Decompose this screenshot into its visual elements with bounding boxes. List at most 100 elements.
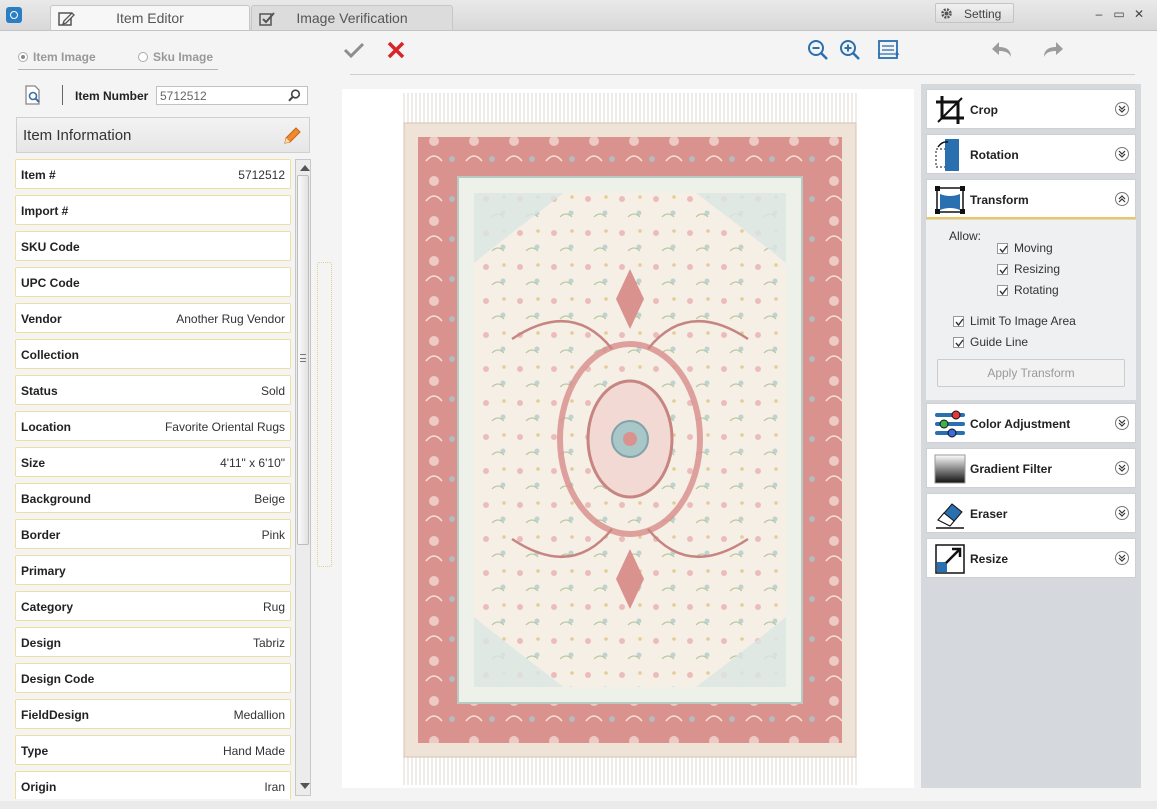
close-icon[interactable]: ✕ xyxy=(1132,7,1146,21)
field-row[interactable]: Design Code xyxy=(15,663,291,693)
radio-dot-icon xyxy=(18,52,28,62)
resize-icon xyxy=(935,544,965,574)
accept-button[interactable] xyxy=(342,38,366,62)
field-label: Primary xyxy=(21,564,66,578)
field-label: FieldDesign xyxy=(21,708,90,722)
tool-resize-label: Resize xyxy=(970,552,1009,566)
image-canvas[interactable] xyxy=(342,89,914,788)
item-information-header: Item Information xyxy=(16,117,310,153)
field-label: Category xyxy=(21,600,74,614)
field-row[interactable]: Collection xyxy=(15,339,291,369)
field-value[interactable]: Tabriz xyxy=(253,636,285,650)
limit-to-image-area-checkbox[interactable]: Limit To Image Area xyxy=(953,314,1076,328)
field-row[interactable]: Vendor Another Rug Vendor xyxy=(15,303,291,333)
tab-image-verification[interactable]: Image Verification xyxy=(251,5,453,30)
field-row[interactable]: SKU Code xyxy=(15,231,291,261)
apply-transform-button[interactable]: Apply Transform xyxy=(937,359,1125,387)
field-row[interactable]: Design Tabriz xyxy=(15,627,291,657)
radio-sku-image[interactable]: Sku Image xyxy=(138,50,213,64)
tool-crop[interactable]: Crop xyxy=(926,89,1136,129)
tool-eraser[interactable]: Eraser xyxy=(926,493,1136,533)
redo-button[interactable] xyxy=(1040,38,1064,62)
field-row[interactable]: Location Favorite Oriental Rugs xyxy=(15,411,291,441)
checkmark-icon xyxy=(999,245,1008,253)
setting-button[interactable]: Setting xyxy=(935,3,1014,23)
fit-page-button[interactable] xyxy=(876,38,900,62)
field-label: Origin xyxy=(21,780,57,794)
guide-line-label: Guide Line xyxy=(970,335,1029,349)
maximize-icon[interactable]: ▭ xyxy=(1112,7,1126,21)
zoom-in-icon xyxy=(840,40,860,60)
tool-resize[interactable]: Resize xyxy=(926,538,1136,578)
tool-rotation[interactable]: Rotation xyxy=(926,134,1136,174)
rotating-checkbox[interactable]: Rotating xyxy=(997,283,1059,297)
field-value[interactable]: 5712512 xyxy=(238,168,285,182)
field-value[interactable]: Sold xyxy=(261,384,285,398)
chevron-down-icon[interactable] xyxy=(1115,506,1129,520)
chevron-down-icon[interactable] xyxy=(1115,147,1129,161)
gear-icon xyxy=(941,8,952,19)
scroll-up-arrow-icon[interactable] xyxy=(300,165,310,171)
zoom-out-button[interactable] xyxy=(806,38,830,62)
tool-transform[interactable]: Transform xyxy=(926,179,1136,219)
tab-item-editor[interactable]: Item Editor xyxy=(50,5,250,30)
field-row[interactable]: Size 4'11" x 6'10" xyxy=(15,447,291,477)
field-label: Border xyxy=(21,528,61,542)
search-icon[interactable] xyxy=(288,89,301,102)
chevron-down-icon[interactable] xyxy=(1115,416,1129,430)
chevron-down-icon[interactable] xyxy=(1115,551,1129,565)
panel-splitter[interactable] xyxy=(317,262,332,567)
field-row[interactable]: Category Rug xyxy=(15,591,291,621)
moving-checkbox[interactable]: Moving xyxy=(997,241,1053,255)
tool-color-adjustment-label: Color Adjustment xyxy=(970,417,1071,431)
field-row[interactable]: FieldDesign Medallion xyxy=(15,699,291,729)
field-row[interactable]: Border Pink xyxy=(15,519,291,549)
zoom-in-button[interactable] xyxy=(838,38,862,62)
field-row[interactable]: Type Hand Made xyxy=(15,735,291,765)
checkmark-icon xyxy=(999,266,1008,274)
field-row[interactable]: Item # 5712512 xyxy=(15,159,291,189)
item-number-input[interactable] xyxy=(156,86,308,105)
pencil-icon[interactable] xyxy=(282,126,302,146)
tool-gradient-filter-label: Gradient Filter xyxy=(970,462,1053,476)
find-document-icon[interactable] xyxy=(23,84,43,106)
field-value[interactable]: Iran xyxy=(264,780,285,794)
field-row[interactable]: Status Sold xyxy=(15,375,291,405)
app-logo-icon xyxy=(6,7,22,23)
field-row[interactable]: Origin Iran xyxy=(15,771,291,799)
scroll-down-arrow-icon[interactable] xyxy=(300,783,310,789)
checkmark-icon xyxy=(955,339,964,347)
field-value[interactable]: Hand Made xyxy=(223,744,285,758)
chevron-down-icon[interactable] xyxy=(1115,102,1129,116)
field-value[interactable]: Rug xyxy=(263,600,285,614)
field-label: Type xyxy=(21,744,49,758)
chevron-up-icon[interactable] xyxy=(1115,192,1129,206)
field-row[interactable]: Primary xyxy=(15,555,291,585)
check-icon xyxy=(343,42,365,59)
radio-item-image[interactable]: Item Image xyxy=(18,50,96,64)
field-value[interactable]: 4'11" x 6'10" xyxy=(220,456,285,470)
item-number-label: Item Number xyxy=(75,89,149,103)
reject-button[interactable] xyxy=(384,38,408,62)
field-value[interactable]: Pink xyxy=(262,528,285,542)
rotation-icon xyxy=(935,139,959,171)
field-value[interactable]: Favorite Oriental Rugs xyxy=(165,420,285,434)
field-row[interactable]: Background Beige xyxy=(15,483,291,513)
setting-label: Setting xyxy=(964,7,1002,21)
undo-button[interactable] xyxy=(991,38,1015,62)
redo-icon xyxy=(1044,42,1063,57)
field-value[interactable]: Beige xyxy=(254,492,285,506)
minimize-icon[interactable]: – xyxy=(1092,7,1106,21)
edit-icon xyxy=(58,12,75,26)
tool-color-adjustment[interactable]: Color Adjustment xyxy=(926,403,1136,443)
tool-gradient-filter[interactable]: Gradient Filter xyxy=(926,448,1136,488)
field-label: UPC Code xyxy=(21,276,80,290)
chevron-down-icon[interactable] xyxy=(1115,461,1129,475)
field-row[interactable]: Import # xyxy=(15,195,291,225)
resizing-checkbox[interactable]: Resizing xyxy=(997,262,1060,276)
field-row[interactable]: UPC Code xyxy=(15,267,291,297)
rug-image xyxy=(402,93,857,785)
field-value[interactable]: Another Rug Vendor xyxy=(176,312,285,326)
field-value[interactable]: Medallion xyxy=(234,708,285,722)
guide-line-checkbox[interactable]: Guide Line xyxy=(953,335,1028,349)
